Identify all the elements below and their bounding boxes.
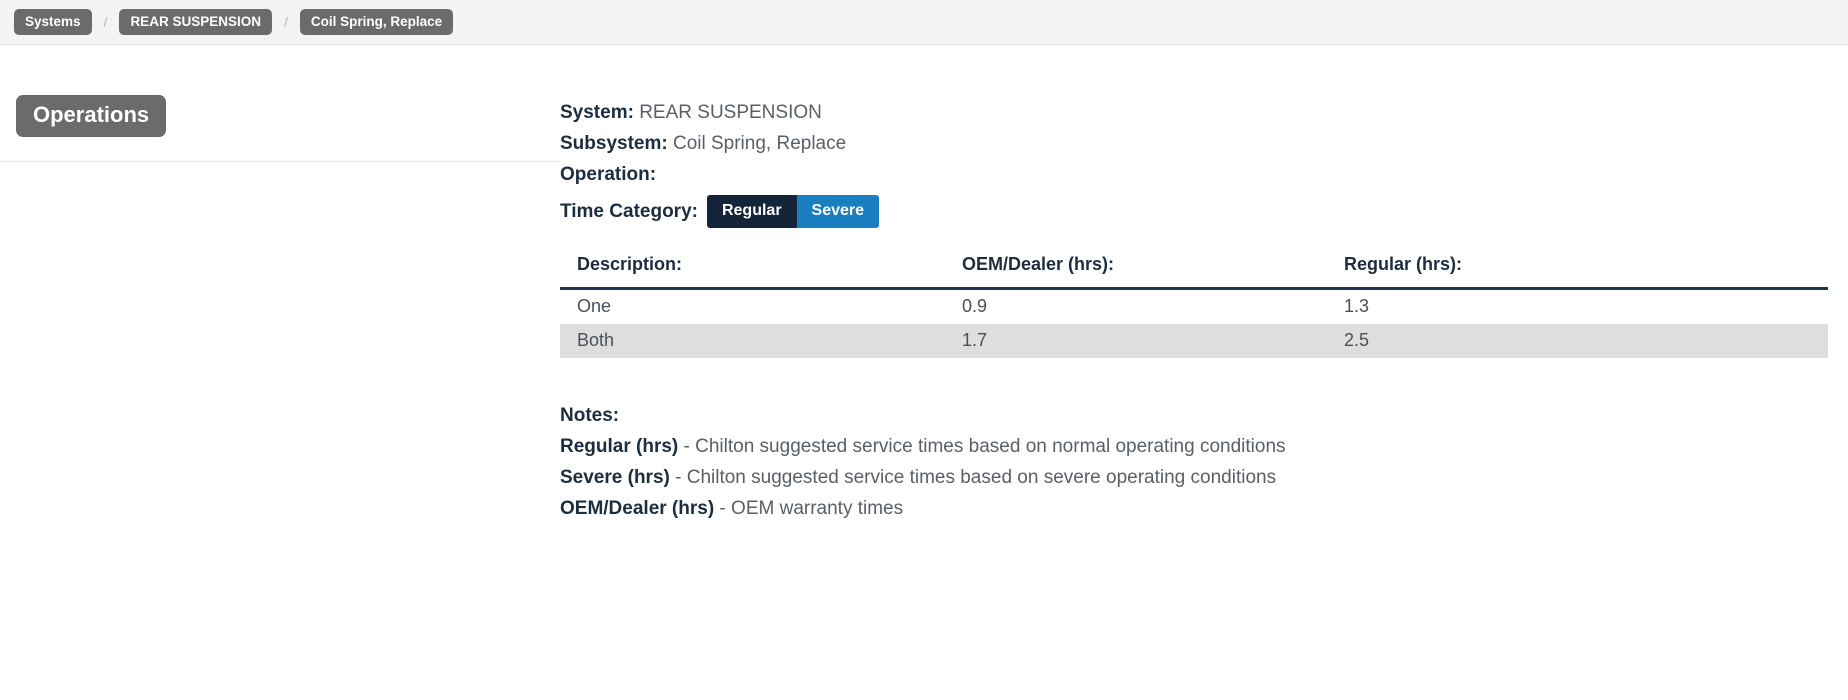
time-category-option-regular[interactable]: Regular: [706, 195, 797, 228]
breadcrumb-item-rear-suspension[interactable]: REAR SUSPENSION: [119, 8, 272, 36]
note-item-oem-dealer: OEM/Dealer (hrs) - OEM warranty times: [560, 493, 1848, 524]
column-header-description[interactable]: Description:: [560, 254, 945, 290]
note-term: Severe (hrs): [560, 467, 670, 488]
table-row[interactable]: One 0.9 1.3: [560, 289, 1828, 325]
system-field: System: REAR SUSPENSION: [560, 97, 1848, 128]
note-description: - Chilton suggested service times based …: [669, 467, 1277, 488]
system-label: System:: [560, 102, 634, 123]
page-body: Operations System: REAR SUSPENSION Subsy…: [0, 45, 1848, 524]
cell-regular: 1.3: [1344, 296, 1370, 316]
time-category-option-severe[interactable]: Severe: [796, 195, 880, 228]
time-category-label: Time Category:: [560, 200, 698, 222]
operation-field: Operation:: [560, 159, 1848, 190]
notes-title: Notes:: [560, 405, 620, 426]
cell-description: One: [577, 296, 612, 316]
note-term: Regular (hrs): [560, 436, 679, 457]
service-times-table: Description: OEM/Dealer (hrs): Regular (…: [560, 254, 1828, 358]
system-value: REAR SUSPENSION: [639, 102, 822, 123]
breadcrumb-item-systems[interactable]: Systems: [14, 8, 92, 36]
cell-regular: 2.5: [1327, 324, 1828, 358]
breadcrumb-separator: /: [103, 14, 108, 30]
table-row[interactable]: Both 1.7 2.5: [560, 324, 1828, 358]
subsystem-field: Subsystem: Coil Spring, Replace: [560, 128, 1848, 159]
subsystem-label: Subsystem:: [560, 133, 668, 154]
note-description: - Chilton suggested service times based …: [678, 436, 1286, 457]
breadcrumb-separator: /: [283, 14, 288, 30]
cell-oem-dealer: 1.7: [945, 324, 1327, 358]
time-category-toggle-group[interactable]: Regular Severe: [706, 195, 880, 228]
operations-panel-header[interactable]: Operations: [16, 95, 167, 137]
cell-oem-dealer: 0.9: [962, 296, 988, 316]
detail-panel: System: REAR SUSPENSION Subsystem: Coil …: [560, 45, 1848, 524]
breadcrumb: Systems / REAR SUSPENSION / Coil Spring,…: [0, 0, 1848, 45]
table-header-row: Description: OEM/Dealer (hrs): Regular (…: [560, 254, 1828, 290]
note-term: OEM/Dealer (hrs): [560, 498, 715, 519]
operations-panel-divider: [0, 161, 560, 162]
notes-section: Notes: Regular (hrs) - Chilton suggested…: [560, 400, 1848, 524]
operations-panel: Operations: [0, 45, 560, 162]
column-header-oem-dealer[interactable]: OEM/Dealer (hrs):: [945, 254, 1327, 290]
breadcrumb-item-coil-spring-replace[interactable]: Coil Spring, Replace: [299, 8, 454, 36]
operation-label: Operation:: [560, 164, 657, 185]
note-item-severe: Severe (hrs) - Chilton suggested service…: [560, 462, 1848, 493]
time-category-field: Time Category: Regular Severe: [560, 195, 1848, 228]
subsystem-value: Coil Spring, Replace: [672, 133, 847, 154]
column-header-regular[interactable]: Regular (hrs):: [1327, 254, 1828, 290]
cell-description: Both: [560, 324, 945, 358]
note-item-regular: Regular (hrs) - Chilton suggested servic…: [560, 431, 1848, 462]
note-description: - OEM warranty times: [714, 498, 904, 519]
